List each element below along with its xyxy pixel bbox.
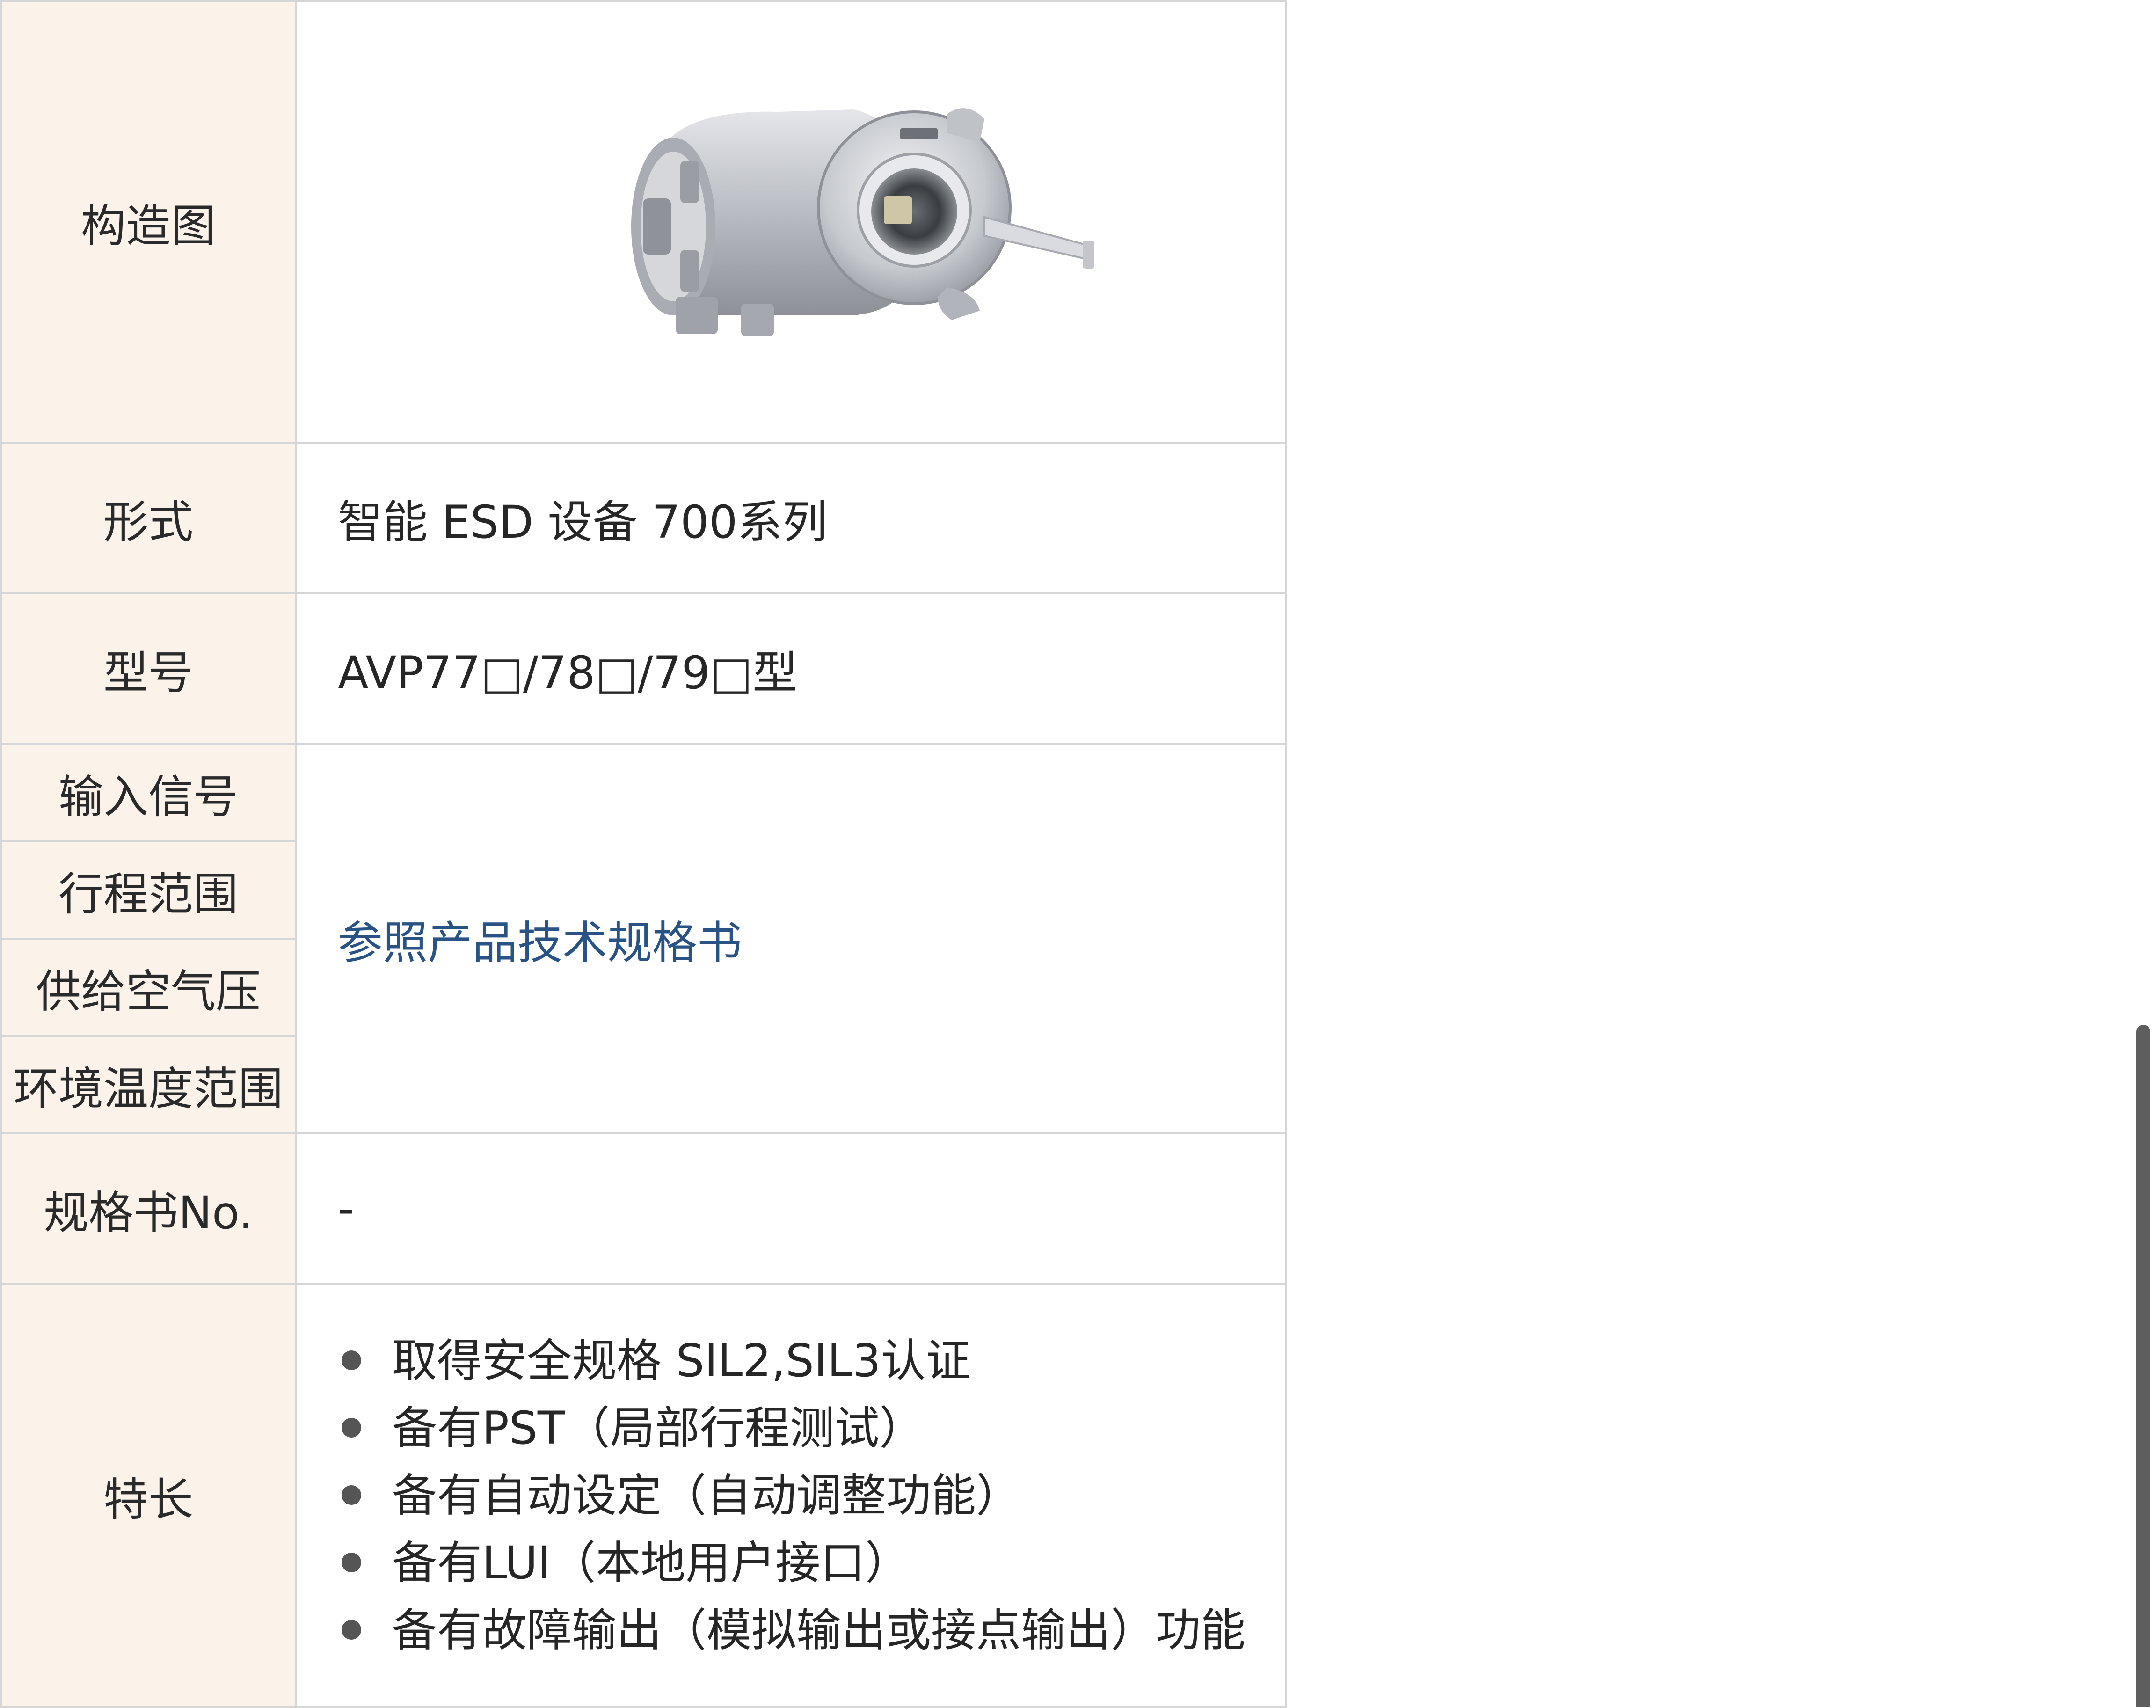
row-structure: 构造图 — [0, 0, 1287, 444]
feature-text: 备有LUI（本地用户接口） — [392, 1537, 910, 1589]
feature-text: 取得安全规格 SIL2,SIL3认证 — [392, 1335, 971, 1387]
features-cell: 取得安全规格 SIL2,SIL3认证 备有PST（局部行程测试） 备有自动设定（… — [295, 1283, 1287, 1708]
stroke-range-label: 行程范围 — [0, 840, 297, 940]
feature-list: 取得安全规格 SIL2,SIL3认证 备有PST（局部行程测试） 备有自动设定（… — [297, 1327, 1285, 1664]
feature-text: 备有自动设定（自动调整功能） — [392, 1469, 1021, 1522]
spec-table: 构造图 形式 智能 ESD 设备 700系列 型号 AVP77□/78□/79□… — [0, 0, 1287, 1708]
model-label: 型号 — [0, 592, 297, 745]
features-label: 特长 — [0, 1283, 297, 1708]
model-value: AVP77□/78□/79□型 — [295, 592, 1287, 745]
product-image — [631, 108, 1094, 336]
spec-no-value: - — [295, 1132, 1287, 1285]
supply-pressure-label: 供给空气压 — [0, 938, 297, 1037]
bullet-icon — [342, 1418, 361, 1438]
feature-text: 备有故障输出（模拟输出或接点输出）功能 — [392, 1604, 1246, 1657]
row-form: 形式 智能 ESD 设备 700系列 — [0, 442, 1287, 594]
spec-no-label: 规格书No. — [0, 1132, 297, 1285]
spec-link-cell: 参照产品技术规格书 — [295, 743, 1287, 1134]
list-item: 备有自动设定（自动调整功能） — [342, 1462, 1285, 1529]
ambient-temp-label: 环境温度范围 — [0, 1035, 297, 1134]
vertical-scrollbar[interactable] — [2136, 1025, 2150, 1707]
bullet-icon — [342, 1620, 361, 1640]
structure-label: 构造图 — [0, 0, 297, 444]
list-item: 取得安全规格 SIL2,SIL3认证 — [342, 1327, 1285, 1394]
spec-document-link[interactable]: 参照产品技术规格书 — [338, 917, 742, 969]
form-label: 形式 — [0, 442, 297, 594]
structure-image-cell — [295, 0, 1287, 444]
bullet-icon — [342, 1350, 361, 1370]
row-input-signal: 输入信号 参照产品技术规格书 — [0, 743, 1287, 1134]
list-item: 备有PST（局部行程测试） — [342, 1394, 1285, 1462]
list-item: 备有LUI（本地用户接口） — [342, 1529, 1285, 1597]
row-model: 型号 AVP77□/78□/79□型 — [0, 592, 1287, 745]
row-spec-no: 规格书No. - — [0, 1132, 1287, 1285]
list-item: 备有故障输出（模拟输出或接点输出）功能 — [342, 1597, 1285, 1664]
bullet-icon — [342, 1485, 361, 1505]
bullet-icon — [342, 1553, 361, 1572]
input-signal-label: 输入信号 — [0, 743, 297, 842]
row-features: 特长 取得安全规格 SIL2,SIL3认证 备有PST（局部行程测试） 备有自动… — [0, 1283, 1287, 1708]
feature-text: 备有PST（局部行程测试） — [392, 1402, 925, 1454]
form-value: 智能 ESD 设备 700系列 — [295, 442, 1287, 594]
